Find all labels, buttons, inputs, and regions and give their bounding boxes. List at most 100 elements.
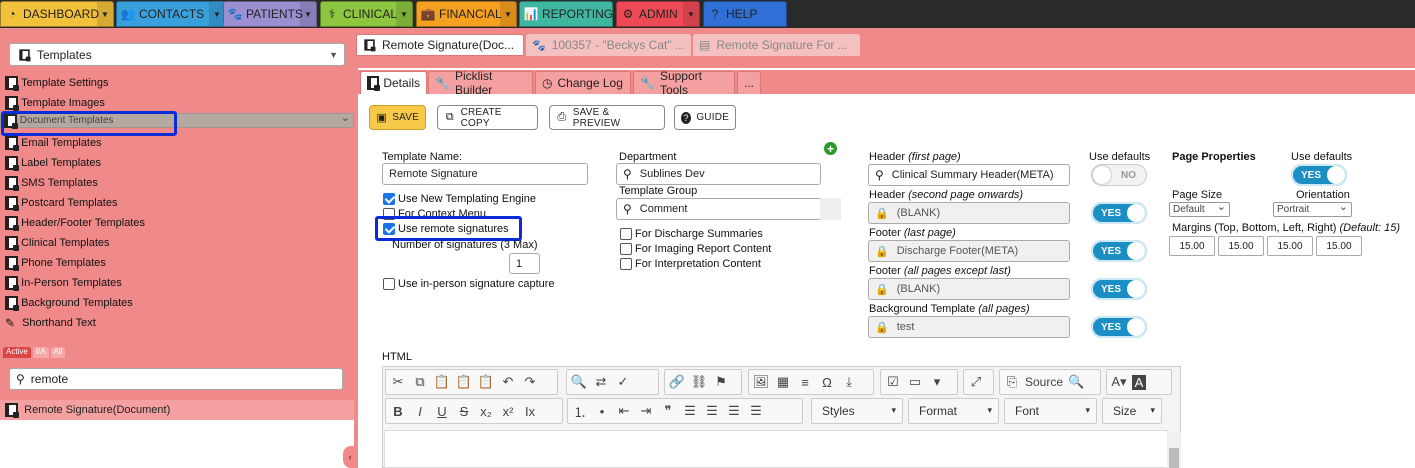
spellcheck-icon[interactable]: ✓ [614,374,632,390]
footer-all-toggle[interactable]: YES [1091,278,1147,300]
paste-icon[interactable]: 📋 [433,374,451,390]
special-char-icon[interactable]: Ω [818,375,836,390]
filter-tab-active[interactable]: Active [3,347,31,358]
strike-icon[interactable]: S [455,404,473,419]
table-icon[interactable]: ▦ [774,374,792,390]
nav-help[interactable]: ? HELP [703,1,787,27]
header-first-toggle[interactable]: NO [1091,164,1147,186]
background-template-input[interactable]: 🔒 test [868,316,1070,338]
italic-icon[interactable]: I [411,404,429,419]
in-person-checkbox[interactable] [383,278,395,290]
header-first-input[interactable]: ⚲ Clinical Summary Header(META) [868,164,1070,186]
add-icon[interactable]: + [824,142,837,155]
footer-last-input[interactable]: 🔒 Discharge Footer(META) [868,240,1070,262]
sidebar-item-label-templates[interactable]: Label Templates [0,153,354,173]
save-button[interactable]: ▣ SAVE [369,105,426,130]
cut-icon[interactable]: ✂ [389,374,407,390]
source-icon[interactable]: ⎘ [1003,374,1021,390]
sidebar-search-input[interactable]: ⚲ remote [9,368,343,390]
chevron-down-icon[interactable]: ▼ [97,2,113,26]
tab-details[interactable]: Details [360,71,427,94]
header-second-input[interactable]: 🔒 (BLANK) [868,202,1070,224]
anchor-flag-icon[interactable]: ⚑ [712,374,730,390]
redo-icon[interactable]: ↷ [521,374,539,390]
checkbox-field-icon[interactable]: ☑ [884,374,902,390]
new-engine-checkbox[interactable] [383,193,395,205]
margin-bottom-input[interactable]: 15.00 [1218,236,1264,256]
nav-dashboard[interactable]: ◔ DASHBOARD ▼ [0,1,114,27]
sidebar-item-background-templates[interactable]: Background Templates [0,293,354,313]
align-left-icon[interactable]: ☰ [681,403,699,419]
sidebar-item-postcard-templates[interactable]: Postcard Templates [0,193,354,213]
tab-more[interactable]: ... [737,71,761,94]
footer-last-toggle[interactable]: YES [1091,240,1147,262]
sidebar-item-template-settings[interactable]: Template Settings [0,73,354,93]
sidebar-item-sms-templates[interactable]: SMS Templates [0,173,354,193]
sidebar-item-phone-templates[interactable]: Phone Templates [0,253,354,273]
chevron-down-icon[interactable]: ▼ [300,2,316,26]
source-label[interactable]: Source [1025,375,1063,389]
template-name-input[interactable]: Remote Signature [382,163,588,185]
sidebar-item-header-footer-templates[interactable]: Header/Footer Templates [0,213,354,233]
sidebar-item-shorthand-text[interactable]: ✎ Shorthand Text [0,313,354,333]
department-input[interactable]: ⚲ Sublines Dev [616,163,821,185]
filter-tab-all[interactable]: All [50,347,66,358]
font-combo[interactable]: Font [1004,398,1097,424]
align-center-icon[interactable]: ☰ [703,403,721,419]
save-preview-button[interactable]: ⎙ SAVE & PREVIEW [549,105,665,130]
nav-financial[interactable]: 💼 FINANCIAL ▼ [416,1,517,27]
discharge-checkbox[interactable] [620,228,632,240]
maximize-icon[interactable]: ⤢ [967,374,985,390]
chevron-down-icon[interactable]: ▼ [396,2,412,26]
page-break-icon[interactable]: ⤓ [840,374,858,390]
num-signatures-input[interactable]: 1 [509,253,540,274]
nav-contacts[interactable]: 👥 CONTACTS ▼ [116,1,226,27]
page-size-select[interactable]: Default [1169,200,1230,217]
doc-tab-remote-signature[interactable]: Remote Signature(Doc... [356,34,524,56]
sidebar-item-template-images[interactable]: Template Images [0,93,354,113]
guide-button[interactable]: ? GUIDE [674,105,736,130]
margin-top-input[interactable]: 15.00 [1169,236,1215,256]
remove-format-icon[interactable]: Ix [521,404,539,419]
orientation-select[interactable]: Portrait [1273,200,1352,217]
template-category-select[interactable]: Templates ▼ [9,43,345,66]
format-combo[interactable]: Format [908,398,999,424]
bulleted-list-icon[interactable]: • [593,404,611,419]
horizontal-line-icon[interactable]: ≡ [796,375,814,390]
unlink-icon[interactable]: ⛓ [690,374,708,390]
nav-admin[interactable]: ⚙ ADMIN ▼ [616,1,700,27]
create-copy-button[interactable]: ⧉ CREATE COPY [437,105,538,130]
sidebar-item-email-templates[interactable]: Email Templates [0,133,354,153]
chevron-down-icon[interactable]: ▼ [500,2,516,26]
preview-icon[interactable]: 🔍 [1067,374,1085,390]
blockquote-icon[interactable]: ❞ [659,403,677,419]
tab-support-tools[interactable]: 🔧 Support Tools [633,69,735,97]
justify-icon[interactable]: ☰ [747,403,765,419]
template-group-input[interactable]: ⚲ Comment [616,198,821,220]
outdent-icon[interactable]: ⇤ [615,403,633,419]
nav-patients[interactable]: 🐾 PATIENTS ▼ [223,1,317,27]
undo-icon[interactable]: ↶ [499,374,517,390]
superscript-icon[interactable]: x² [499,404,517,419]
size-combo[interactable]: Size [1102,398,1162,424]
doc-tab-remote-signature-form[interactable]: ▤ Remote Signature For ... [693,34,860,56]
interpretation-checkbox[interactable] [620,258,632,270]
paste-word-icon[interactable]: 📋 [477,374,495,390]
tab-picklist-builder[interactable]: 🔧 Picklist Builder [428,69,533,97]
imaging-checkbox[interactable] [620,243,632,255]
tab-change-log[interactable]: ◷ Change Log [535,71,631,94]
styles-combo[interactable]: Styles [811,398,903,424]
filter-tab-inactive[interactable]: I/A [32,347,49,358]
select-field-icon[interactable]: ▾ [928,374,946,390]
nav-reporting[interactable]: 📊 REPORTING [519,1,613,27]
scrollbar-thumb[interactable] [1169,448,1179,468]
header-second-toggle[interactable]: YES [1091,202,1147,224]
footer-all-input[interactable]: 🔒 (BLANK) [868,278,1070,300]
copy-icon[interactable]: ⧉ [411,374,429,390]
bg-color-icon[interactable]: A [1132,374,1146,390]
underline-icon[interactable]: U [433,404,451,419]
numbered-list-icon[interactable]: ⒈ [571,402,589,421]
doc-tab-patient[interactable]: 🐾 100357 - "Beckys Cat" ... [526,34,691,56]
bold-icon[interactable]: B [389,404,407,419]
indent-icon[interactable]: ⇥ [637,403,655,419]
